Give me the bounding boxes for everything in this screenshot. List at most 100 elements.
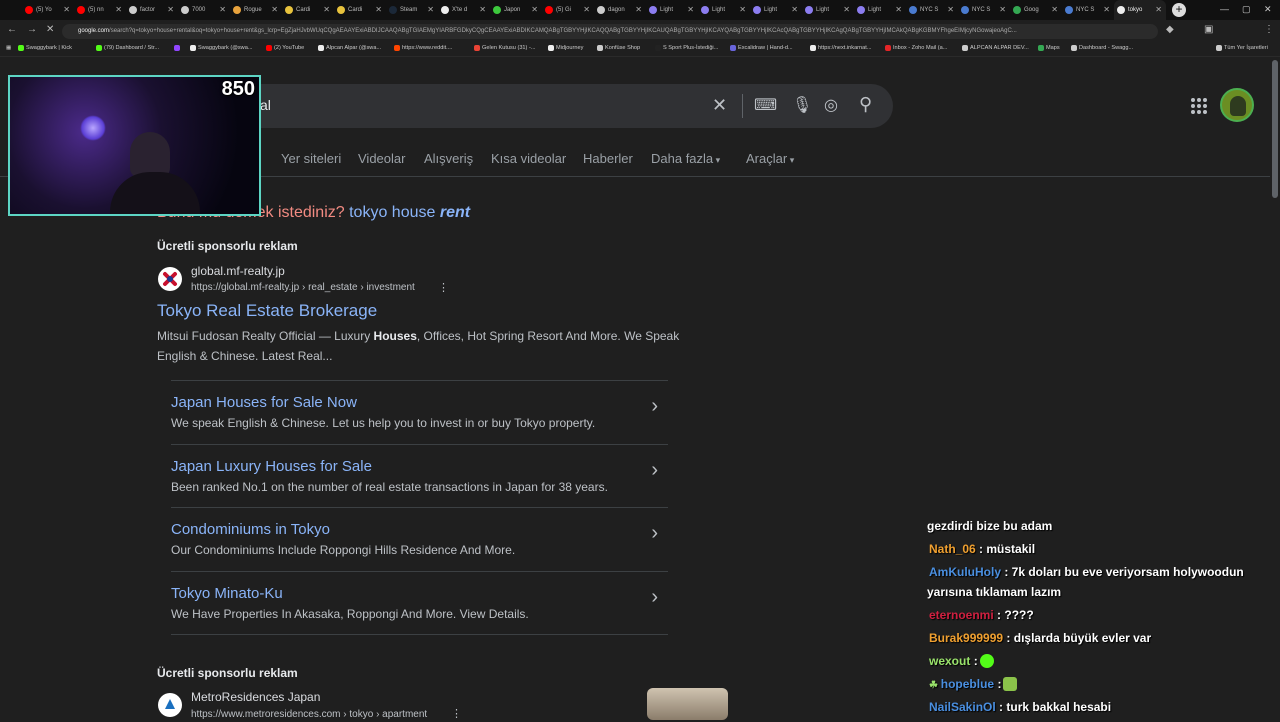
bookmark-item[interactable]: Swaggybark | Kick — [18, 45, 72, 51]
google-apps-icon[interactable] — [1191, 98, 1207, 114]
tab-close-icon[interactable]: ✕ — [947, 5, 954, 14]
browser-tab[interactable]: Steam ✕ — [386, 0, 438, 20]
bookmark-item[interactable]: https://next.inkarnat... — [810, 45, 871, 51]
browser-tab[interactable]: Japon ✕ — [490, 0, 542, 20]
bookmark-item[interactable]: Excalidraw | Hand-d... — [730, 45, 793, 51]
bookmark-item[interactable]: Alpcan Alpar (@swa... — [318, 45, 381, 51]
browser-tab[interactable]: Light ✕ — [750, 0, 802, 20]
tab-close-icon[interactable]: ✕ — [271, 5, 278, 14]
browser-tab[interactable]: 7000 ✕ — [178, 0, 230, 20]
browser-tab[interactable]: Cardi ✕ — [282, 0, 334, 20]
sitelink-title[interactable]: Japan Houses for Sale Now — [171, 394, 357, 411]
chat-username[interactable]: Burak999999 — [929, 631, 1003, 645]
ad-url[interactable]: https://global.mf-realty.jp › real_estat… — [191, 282, 415, 293]
browser-tab[interactable]: Light ✕ — [698, 0, 750, 20]
bookmark-item[interactable] — [174, 45, 182, 51]
bookmark-item[interactable]: Midjourney — [548, 45, 583, 51]
browser-tab[interactable]: (5) Yo ✕ — [22, 0, 74, 20]
bookmark-item[interactable]: ALPCAN ALPAR DEV... — [962, 45, 1029, 51]
chat-username[interactable]: hopeblue — [941, 677, 994, 691]
bookmark-item[interactable]: Maps — [1038, 45, 1060, 51]
bookmark-item[interactable]: Inbox - Zoho Mail (a... — [885, 45, 947, 51]
tab-close-icon[interactable]: ✕ — [1051, 5, 1058, 14]
bookmark-item[interactable]: Dashboard - Swagg... — [1071, 45, 1133, 51]
chat-username[interactable]: Nath_06 — [929, 542, 976, 556]
ad-title-link[interactable]: Tokyo Real Estate Brokerage — [157, 301, 377, 321]
filter-tab[interactable]: Araçlar ▾ — [746, 151, 794, 166]
ad-site-name[interactable]: global.mf-realty.jp — [191, 264, 285, 278]
sitelink-title[interactable]: Tokyo Minato-Ku — [171, 585, 283, 602]
more-options-icon-2[interactable]: ⋮ — [451, 707, 462, 720]
browser-tab[interactable]: dagon ✕ — [594, 0, 646, 20]
chevron-right-icon[interactable]: › — [651, 395, 658, 418]
search-input[interactable]: al — [260, 97, 271, 113]
close-window-icon[interactable]: ✕ — [1264, 4, 1272, 15]
sitelink-title[interactable]: Condominiums in Tokyo — [171, 521, 330, 538]
avatar[interactable] — [1220, 88, 1254, 122]
apps-grid-icon[interactable]: ▦ — [6, 45, 11, 51]
tab-close-icon[interactable]: ✕ — [63, 5, 70, 14]
browser-tab[interactable]: NYC S ✕ — [906, 0, 958, 20]
tab-close-icon[interactable]: ✕ — [583, 5, 590, 14]
chat-username[interactable]: AmKuluHoly — [929, 565, 1001, 579]
minimize-icon[interactable]: — — [1220, 4, 1229, 14]
sitelink-title[interactable]: Japan Luxury Houses for Sale — [171, 458, 372, 475]
browser-tab[interactable]: X'te d ✕ — [438, 0, 490, 20]
tab-close-icon[interactable]: ✕ — [531, 5, 538, 14]
tab-close-icon[interactable]: ✕ — [739, 5, 746, 14]
filter-tab[interactable]: Yer siteleri — [281, 151, 341, 166]
browser-tab[interactable]: tokyo ✕ — [1114, 0, 1166, 20]
filter-tab[interactable]: Haberler — [583, 151, 633, 166]
filter-tab[interactable]: Alışveriş — [424, 151, 473, 166]
browser-tab[interactable]: NYC S ✕ — [1062, 0, 1114, 20]
tab-close-icon[interactable]: ✕ — [843, 5, 850, 14]
stop-loading-icon[interactable]: ✕ — [46, 24, 54, 35]
browser-tab[interactable]: Light ✕ — [802, 0, 854, 20]
ad2-site-name[interactable]: MetroResidences Japan — [191, 690, 320, 704]
filter-tab[interactable]: Kısa videolar — [491, 151, 566, 166]
tab-close-icon[interactable]: ✕ — [323, 5, 330, 14]
clear-icon[interactable]: ✕ — [712, 95, 727, 116]
bookmark-item[interactable]: (79) Dashboard / Str... — [96, 45, 159, 51]
bookmark-item[interactable]: https://www.reddit.... — [394, 45, 452, 51]
forward-icon[interactable]: → — [27, 24, 37, 35]
new-tab-button[interactable]: + — [1172, 3, 1186, 17]
tab-close-icon[interactable]: ✕ — [895, 5, 902, 14]
chat-username[interactable]: wexout — [929, 654, 970, 668]
back-icon[interactable]: ← — [7, 24, 17, 35]
tab-close-icon[interactable]: ✕ — [427, 5, 434, 14]
address-bar[interactable]: google.com/search?q=tokyo+house+rental&o… — [62, 24, 1158, 39]
chevron-right-icon[interactable]: › — [651, 522, 658, 545]
tab-close-icon[interactable]: ✕ — [219, 5, 226, 14]
keyboard-icon[interactable]: ⌨ — [754, 95, 777, 115]
filter-tab[interactable]: Daha fazla ▾ — [651, 151, 720, 166]
sitelink-item[interactable]: Japan Luxury Houses for Sale Been ranked … — [171, 443, 668, 507]
sitelink-item[interactable]: Japan Houses for Sale Now We speak Englis… — [171, 380, 668, 443]
browser-tab[interactable]: (5) Gi ✕ — [542, 0, 594, 20]
restore-icon[interactable]: ▢ — [1242, 4, 1251, 15]
microphone-icon[interactable]: 🎙 — [792, 95, 812, 115]
filter-tab[interactable]: Videolar — [358, 151, 405, 166]
camera-search-icon[interactable]: ◎ — [824, 95, 838, 115]
bookmark-item[interactable]: Konfüse Shop — [597, 45, 640, 51]
browser-tab[interactable]: Light ✕ — [646, 0, 698, 20]
browser-tab[interactable]: Light ✕ — [854, 0, 906, 20]
browser-tab[interactable]: Rogue ✕ — [230, 0, 282, 20]
ad2-thumbnail[interactable] — [647, 688, 728, 720]
tab-close-icon[interactable]: ✕ — [375, 5, 382, 14]
tab-close-icon[interactable]: ✕ — [687, 5, 694, 14]
tab-close-icon[interactable]: ✕ — [791, 5, 798, 14]
tab-close-icon[interactable]: ✕ — [635, 5, 642, 14]
chevron-right-icon[interactable]: › — [651, 459, 658, 482]
bookmark-item[interactable]: S Sport Plus-İstediği... — [655, 45, 718, 51]
chevron-right-icon[interactable]: › — [651, 586, 658, 609]
tab-close-icon[interactable]: ✕ — [1103, 5, 1110, 14]
tab-close-icon[interactable]: ✕ — [167, 5, 174, 14]
more-options-icon[interactable]: ⋮ — [438, 281, 449, 294]
browser-tab[interactable]: NYC S ✕ — [958, 0, 1010, 20]
tab-close-icon[interactable]: ✕ — [999, 5, 1006, 14]
chat-username[interactable]: NailSakinOl — [929, 700, 996, 714]
scrollbar[interactable] — [1272, 60, 1278, 198]
browser-tab[interactable]: factor ✕ — [126, 0, 178, 20]
ad2-url[interactable]: https://www.metroresidences.com › tokyo … — [191, 709, 427, 720]
